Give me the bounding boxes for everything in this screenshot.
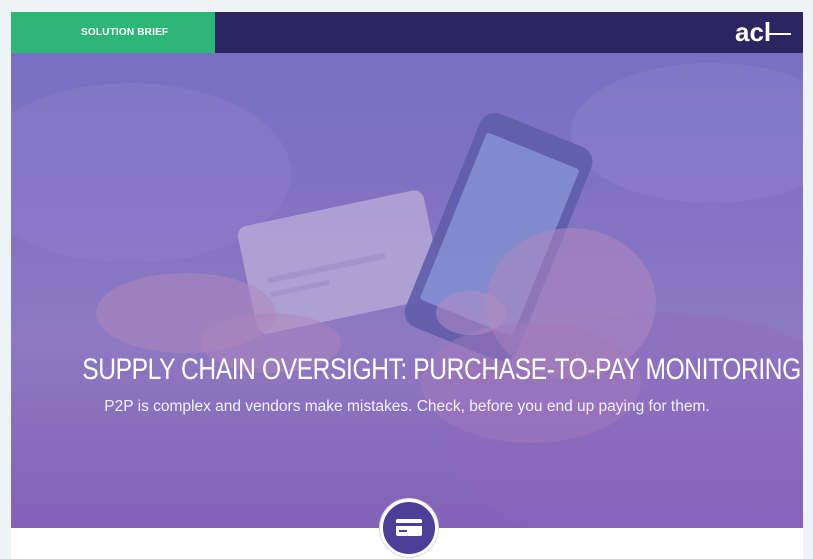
- solution-brief-page: SOLUTION BRIEF acl SUPPLY CHAIN OVERSIGH…: [11, 12, 803, 559]
- credit-card-badge: [380, 499, 438, 557]
- header-bar: SOLUTION BRIEF acl: [11, 12, 803, 53]
- page-title: SUPPLY CHAIN OVERSIGHT: PURCHASE-TO-PAY …: [82, 353, 801, 386]
- svg-text:acl: acl: [735, 17, 771, 47]
- page-subtitle: P2P is complex and vendors make mistakes…: [104, 398, 710, 415]
- credit-card-icon: [396, 519, 422, 536]
- hero-banner: SUPPLY CHAIN OVERSIGHT: PURCHASE-TO-PAY …: [11, 53, 803, 528]
- hero-photo-illustration: [11, 53, 803, 528]
- solution-brief-tag: SOLUTION BRIEF: [11, 12, 215, 53]
- acl-logo: acl: [735, 17, 791, 47]
